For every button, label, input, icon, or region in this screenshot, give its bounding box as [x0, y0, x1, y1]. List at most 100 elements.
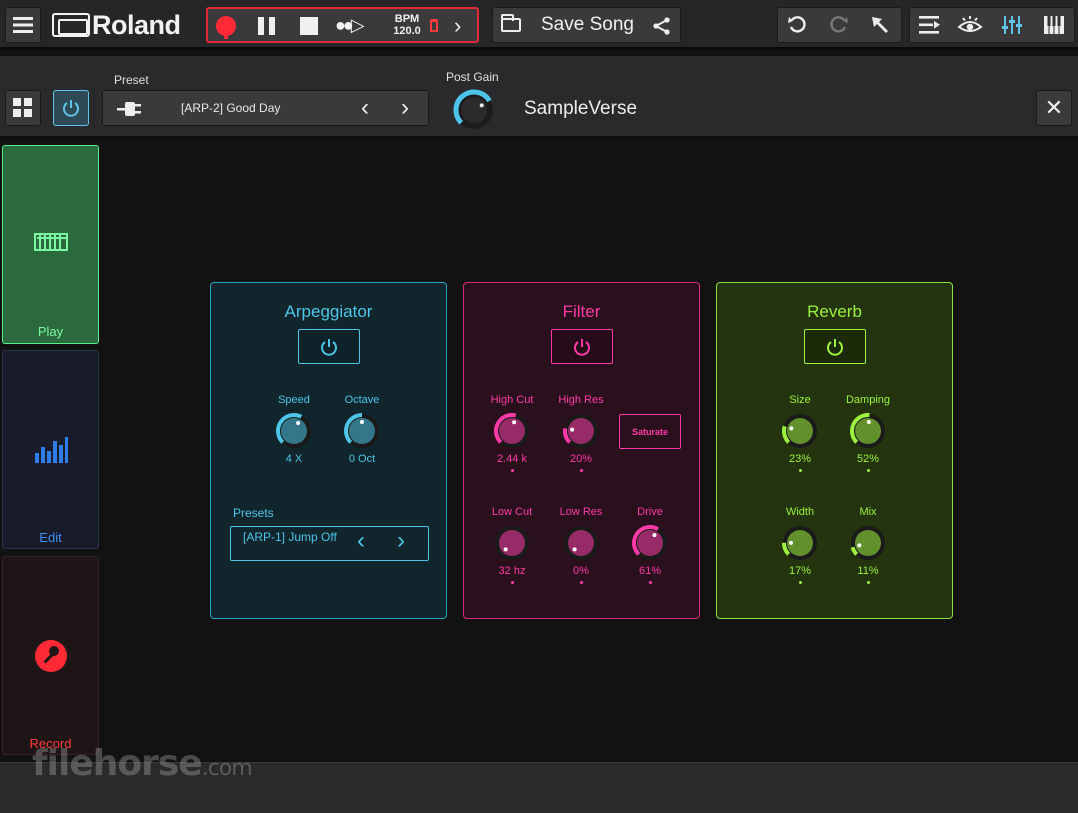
instrument-power-button[interactable] [53, 90, 89, 126]
arpeggiator-title: Arpeggiator [284, 302, 373, 321]
octave-knob-group: Octave 0 Oct [327, 394, 397, 465]
drive-knob-group: Drive 61% [615, 506, 685, 584]
hamburger-icon [13, 17, 33, 33]
cursor-arrow-icon [872, 17, 888, 33]
low-cut-value: 32 hz [498, 565, 526, 577]
brand-name: Roland [92, 9, 181, 40]
damping-knob-group: Damping 52% [833, 394, 903, 472]
knob-body [568, 530, 594, 556]
history-tools [777, 7, 902, 43]
equalizer-bars-icon [34, 437, 68, 463]
plug-icon [117, 102, 141, 116]
pause-icon[interactable] [258, 17, 276, 35]
reverb-power-button[interactable] [804, 329, 866, 364]
visibility-button[interactable] [950, 8, 990, 42]
mix-knob[interactable] [848, 523, 888, 563]
low-cut-knob[interactable] [492, 523, 532, 563]
mix-knob-group: Mix 11% [833, 506, 903, 584]
preset-prev-icon[interactable]: ‹ [361, 94, 369, 122]
metronome-icon[interactable] [430, 19, 438, 32]
tracks-view-button[interactable] [910, 8, 950, 42]
low-cut-knob-group: Low Cut 32 hz [477, 506, 547, 584]
drive-knob[interactable] [630, 523, 670, 563]
nav-play[interactable]: Play [2, 145, 99, 344]
chevron-right-icon[interactable]: › [454, 13, 461, 39]
arp-preset-selector[interactable]: [ARP-1] Jump Off ‹ › [230, 526, 429, 561]
knob-pointer [503, 547, 508, 552]
nav-play-label: Play [37, 324, 64, 339]
nav-edit[interactable]: Edit [2, 350, 99, 549]
modulation-dot [866, 469, 870, 472]
undo-button[interactable] [778, 8, 818, 42]
preset-label: Preset [114, 73, 149, 87]
reverb-panel: Reverb Size 23% Damping 52% Width 17% Mi… [716, 282, 953, 619]
redo-button[interactable] [818, 8, 858, 42]
high-cut-knob-group: High Cut 2.44 k [477, 394, 547, 472]
knob-body [281, 418, 307, 444]
keyboard-button[interactable] [1034, 8, 1074, 42]
speed-label: Speed [278, 394, 310, 406]
save-song-label: Save Song [541, 14, 634, 35]
size-knob[interactable] [780, 411, 820, 451]
knob-body [461, 97, 487, 123]
knob-body [637, 530, 663, 556]
instrument-name: SampleVerse [524, 98, 638, 119]
arp-preset-next-icon[interactable]: › [397, 527, 405, 555]
eye-icon [957, 16, 983, 32]
low-res-knob[interactable] [561, 523, 601, 563]
modulation-dot [579, 581, 583, 584]
low-cut-label: Low Cut [491, 506, 533, 518]
save-song-button[interactable]: Save Song [492, 7, 681, 43]
knob-pointer [512, 420, 517, 425]
modulation-dot [510, 469, 514, 472]
mix-value: 11% [857, 565, 879, 577]
damping-knob[interactable] [848, 411, 888, 451]
width-value: 17% [788, 565, 812, 577]
high-res-knob[interactable] [561, 411, 601, 451]
modulation-dot [510, 581, 514, 584]
piano-keys-icon [1044, 16, 1064, 34]
octave-knob[interactable] [342, 411, 382, 451]
mixer-button[interactable] [992, 8, 1032, 42]
width-label: Width [785, 506, 815, 518]
arpeggiator-panel: Arpeggiator Speed 4 X Octave 0 Oct Prese… [210, 282, 447, 619]
post-gain-knob[interactable] [451, 87, 497, 133]
arpeggiator-power-button[interactable] [298, 329, 360, 364]
undo-icon [788, 16, 806, 33]
knob-pointer [360, 420, 364, 424]
microphone-icon [34, 640, 67, 672]
nav-record[interactable]: Record [2, 556, 99, 755]
damping-value: 52% [856, 453, 880, 465]
knob-body [787, 418, 813, 444]
modulation-dot [579, 469, 583, 472]
post-gain-label: Post Gain [446, 70, 499, 84]
bpm-display[interactable]: BPM 120.0 [386, 13, 428, 37]
share-icon[interactable] [652, 16, 672, 36]
high-res-value: 20% [569, 453, 593, 465]
filter-power-button[interactable] [551, 329, 613, 364]
preset-next-icon[interactable]: › [401, 94, 409, 122]
grid-view-button[interactable] [5, 90, 41, 126]
reverb-title: Reverb [807, 302, 862, 321]
arp-preset-prev-icon[interactable]: ‹ [357, 527, 365, 555]
record-icon[interactable] [216, 16, 236, 39]
saturate-button[interactable]: Saturate [619, 414, 681, 449]
modulation-dot [648, 581, 652, 584]
step-play-icon[interactable]: ●●▷ [335, 15, 365, 36]
width-knob[interactable] [780, 523, 820, 563]
power-icon [827, 338, 843, 356]
modulation-dot [798, 581, 802, 584]
menu-button[interactable] [5, 7, 41, 43]
close-button[interactable]: ✕ [1036, 90, 1072, 126]
preset-selector[interactable]: [ARP-2] Good Day ‹ › [102, 90, 429, 126]
size-knob-group: Size 23% [765, 394, 835, 472]
filter-panel: Filter High Cut 2.44 k High Res 20% Satu… [463, 282, 700, 619]
high-cut-knob[interactable] [492, 411, 532, 451]
speed-knob[interactable] [274, 411, 314, 451]
filter-title: Filter [562, 302, 601, 321]
top-toolbar: Roland ●●▷ BPM 120.0 › Save Song [0, 0, 1078, 50]
select-tool-button[interactable] [860, 8, 900, 42]
knob-pointer [789, 540, 794, 545]
nav-edit-label: Edit [39, 530, 62, 545]
stop-icon[interactable] [300, 17, 318, 35]
